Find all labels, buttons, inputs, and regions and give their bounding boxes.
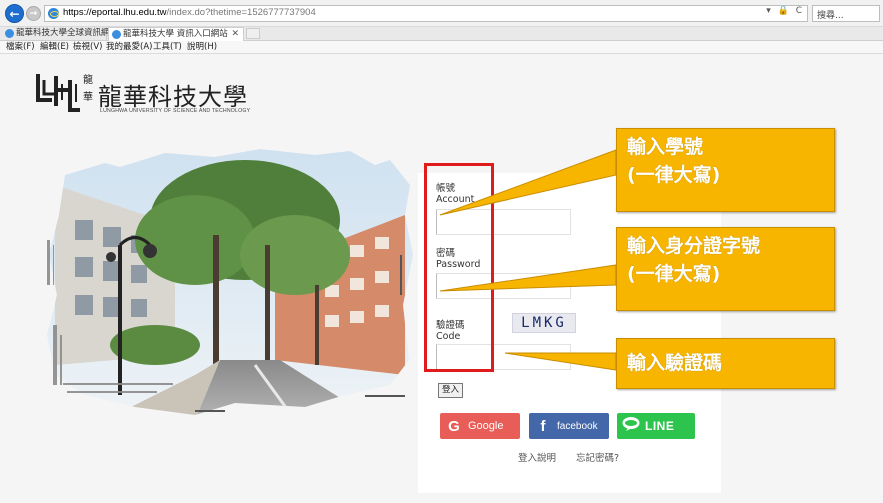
google-login-button[interactable]: G Google: [440, 413, 520, 439]
url-path: /index.do?thetime=1526777737904: [166, 7, 316, 18]
captcha-image[interactable]: LMKG: [512, 313, 576, 333]
arrow-right-icon: →: [29, 8, 38, 19]
line-login-button[interactable]: LINE: [617, 413, 695, 439]
account-callout: 輸入學號 (一律大寫): [616, 128, 835, 212]
line-label: LINE: [645, 419, 675, 433]
line-icon: [617, 417, 645, 435]
menu-edit[interactable]: 編輯(E): [40, 41, 69, 53]
menu-view[interactable]: 檢視(V): [73, 41, 102, 53]
menu-bar: 檔案(F) 編輯(E) 檢視(V) 我的最愛(A) 工具(T) 說明(H): [0, 41, 883, 54]
new-tab-button[interactable]: [246, 28, 260, 39]
close-icon[interactable]: ✕: [231, 28, 239, 41]
menu-file[interactable]: 檔案(F): [6, 41, 35, 53]
facebook-label: facebook: [557, 420, 598, 432]
lhu-logo-icon: 龍 華: [36, 73, 93, 112]
login-help-link[interactable]: 登入說明: [518, 450, 556, 464]
forward-button[interactable]: →: [26, 6, 41, 21]
tab-label: 龍華科技大學全球資訊網: [16, 28, 110, 38]
menu-help[interactable]: 說明(H): [187, 41, 217, 53]
login-button[interactable]: 登入: [438, 383, 463, 398]
address-bar-icons[interactable]: ▾ 🔒 C: [766, 6, 804, 16]
tab-global-website[interactable]: 龍華科技大學全球資訊網: [2, 27, 110, 41]
code-callout: 輸入驗證碼: [616, 338, 835, 389]
tab-label: 龍華科技大學 資訊入口網站: [123, 29, 228, 39]
menu-tools[interactable]: 工具(T): [153, 41, 182, 53]
google-label: Google: [468, 420, 504, 432]
back-button[interactable]: ←: [5, 4, 24, 23]
browser-toolbar: ← → https://eportal.lhu.edu.tw/index.do?…: [0, 0, 883, 27]
address-bar[interactable]: https://eportal.lhu.edu.tw/index.do?thet…: [44, 5, 808, 22]
svg-text:華: 華: [83, 91, 93, 103]
address-url[interactable]: https://eportal.lhu.edu.tw/index.do?thet…: [63, 7, 316, 18]
tab-portal[interactable]: 龍華科技大學 資訊入口網站 ✕: [108, 27, 244, 41]
arrow-left-icon: ←: [9, 6, 20, 21]
campus-photo: [47, 149, 413, 415]
university-name: 龍華科技大學: [98, 83, 248, 111]
tab-bar: 龍華科技大學全球資訊網 龍華科技大學 資訊入口網站 ✕: [0, 27, 883, 41]
university-name-english: LUNGHWA UNIVERSITY OF SCIENCE AND TECHNO…: [100, 108, 251, 114]
svg-text:龍: 龍: [83, 73, 93, 86]
fields-highlight-box: [424, 163, 494, 372]
url-domain: https://eportal.lhu.edu.tw: [63, 7, 167, 18]
google-icon: G: [448, 417, 460, 435]
facebook-icon: f: [540, 417, 546, 435]
password-callout: 輸入身分證字號 (一律大寫): [616, 227, 835, 311]
ie-favicon-icon: [48, 8, 59, 19]
facebook-login-button[interactable]: f facebook: [529, 413, 609, 439]
menu-favorites[interactable]: 我的最愛(A): [106, 41, 152, 53]
search-input[interactable]: 搜尋...: [812, 5, 880, 22]
forgot-password-link[interactable]: 忘記密碼?: [576, 450, 619, 464]
ie-favicon-icon: [112, 30, 121, 39]
page-content: 龍 華 龍華科技大學 LUNGHWA UNIVERSITY OF SCIENCE…: [0, 55, 883, 503]
university-logo[interactable]: 龍 華 龍華科技大學 LUNGHWA UNIVERSITY OF SCIENCE…: [36, 70, 250, 120]
ie-favicon-icon: [5, 29, 14, 38]
